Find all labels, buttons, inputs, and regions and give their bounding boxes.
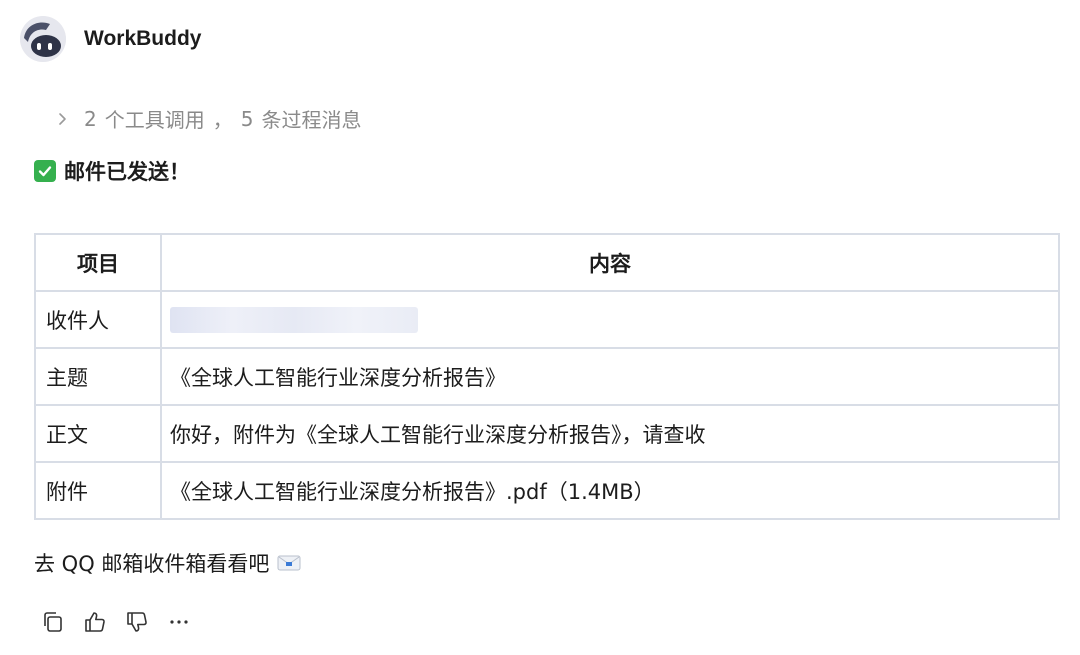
row-label: 正文 xyxy=(34,404,162,463)
table-header-row: 项目 内容 xyxy=(34,233,1060,292)
thumbs-up-icon[interactable] xyxy=(82,609,108,635)
column-header-content: 内容 xyxy=(160,233,1060,292)
row-value: 你好，附件为《全球人工智能行业深度分析报告》，请查收 xyxy=(160,404,1060,463)
row-label: 收件人 xyxy=(34,290,162,349)
row-label: 主题 xyxy=(34,347,162,406)
table-row: 收件人 xyxy=(34,290,1060,349)
mail-details-table: 项目 内容 收件人 主题 《全球人工智能行业深度分析报告》 正文 你好，附件为《… xyxy=(34,233,1060,520)
footer-message: 去 QQ 邮箱收件箱看看吧 xyxy=(34,548,301,578)
footer-text: 去 QQ 邮箱收件箱看看吧 xyxy=(34,552,270,576)
envelope-icon xyxy=(277,555,301,571)
table-row: 附件 《全球人工智能行业深度分析报告》.pdf（1.4MB） xyxy=(34,461,1060,520)
tool-call-count: 2 xyxy=(84,106,97,131)
status-line: 邮件已发送！ xyxy=(34,156,190,186)
process-summary-toggle[interactable]: 2 个工具调用 ， 5 条过程消息 xyxy=(54,104,361,133)
separator: ， xyxy=(212,108,233,132)
redacted-blur xyxy=(170,306,418,333)
copy-icon[interactable] xyxy=(40,609,66,635)
tool-call-label: 个工具调用 xyxy=(104,108,205,132)
message-header: WorkBuddy xyxy=(20,16,201,62)
message-actions xyxy=(40,609,192,635)
app-name: WorkBuddy xyxy=(84,27,202,50)
thumbs-down-icon[interactable] xyxy=(124,609,150,635)
table-row: 主题 《全球人工智能行业深度分析报告》 xyxy=(34,347,1060,406)
row-label: 附件 xyxy=(34,461,162,520)
message-count: 5 xyxy=(240,106,254,131)
row-value: 《全球人工智能行业深度分析报告》 xyxy=(160,347,1060,406)
chevron-right-icon xyxy=(59,112,66,125)
column-header-item: 项目 xyxy=(34,233,162,292)
more-icon[interactable] xyxy=(166,609,192,635)
check-mark-icon xyxy=(34,160,56,182)
table-row: 正文 你好，附件为《全球人工智能行业深度分析报告》，请查收 xyxy=(34,404,1060,463)
message-label: 条过程消息 xyxy=(261,108,362,132)
row-value: 《全球人工智能行业深度分析报告》.pdf（1.4MB） xyxy=(160,461,1060,520)
robot-avatar-icon[interactable] xyxy=(20,16,66,62)
status-text: 邮件已发送！ xyxy=(64,160,190,184)
recipient-redacted xyxy=(160,290,1060,349)
